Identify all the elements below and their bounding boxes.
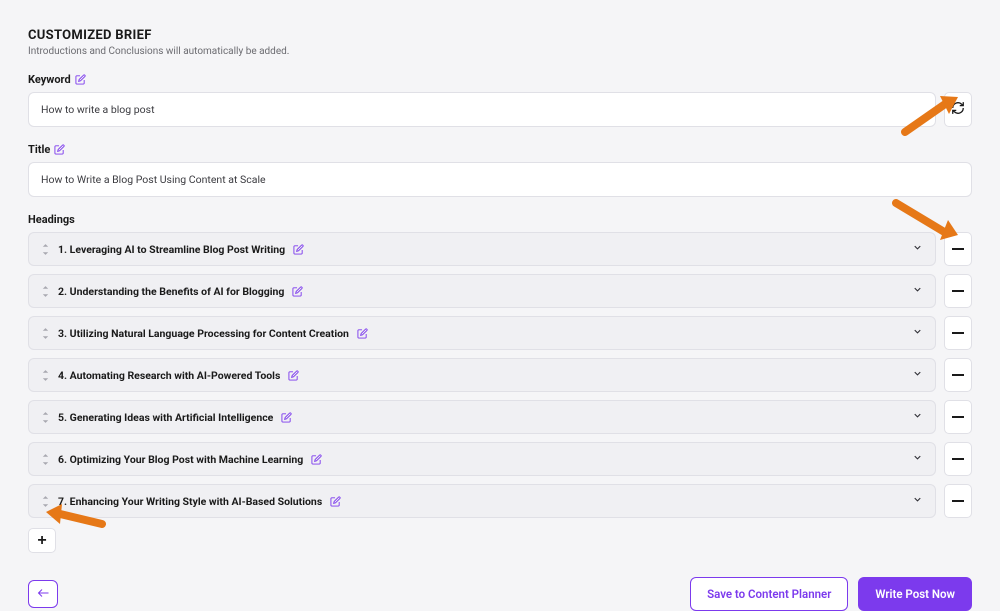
remove-heading-button[interactable] [944,442,972,476]
remove-heading-button[interactable] [944,274,972,308]
chevron-down-icon[interactable] [912,410,923,424]
chevron-down-icon[interactable] [912,368,923,382]
back-button[interactable] [28,580,58,608]
heading-item[interactable]: 2. Understanding the Benefits of AI for … [28,274,936,308]
drag-handle-icon[interactable] [41,243,50,256]
heading-text: 2. Understanding the Benefits of AI for … [58,285,284,298]
title-label: Title [28,143,972,156]
heading-item[interactable]: 3. Utilizing Natural Language Processing… [28,316,936,350]
drag-handle-icon[interactable] [41,327,50,340]
heading-text: 3. Utilizing Natural Language Processing… [58,327,349,340]
heading-item[interactable]: 1. Leveraging AI to Streamline Blog Post… [28,232,936,266]
heading-item[interactable]: 6. Optimizing Your Blog Post with Machin… [28,442,936,476]
remove-heading-button[interactable] [944,232,972,266]
refresh-button[interactable] [944,92,972,127]
edit-icon[interactable] [357,328,368,339]
edit-icon[interactable] [288,370,299,381]
arrow-left-icon [36,586,51,602]
heading-item[interactable]: 5. Generating Ideas with Artificial Inte… [28,400,936,434]
edit-icon[interactable] [281,412,292,423]
edit-icon[interactable] [293,244,304,255]
keyword-input[interactable] [28,92,936,127]
remove-heading-button[interactable] [944,484,972,518]
refresh-icon [951,101,965,118]
remove-heading-button[interactable] [944,316,972,350]
edit-icon[interactable] [75,74,86,85]
edit-icon[interactable] [311,454,322,465]
edit-icon[interactable] [292,286,303,297]
drag-handle-icon[interactable] [41,495,50,508]
drag-handle-icon[interactable] [41,285,50,298]
heading-text: 7. Enhancing Your Writing Style with AI-… [58,495,322,508]
page-subtitle: Introductions and Conclusions will autom… [28,46,972,57]
drag-handle-icon[interactable] [41,411,50,424]
edit-icon[interactable] [330,496,341,507]
headings-label: Headings [28,213,972,226]
keyword-label: Keyword [28,73,972,86]
remove-heading-button[interactable] [944,400,972,434]
edit-icon[interactable] [54,144,65,155]
chevron-down-icon[interactable] [912,326,923,340]
write-post-button[interactable]: Write Post Now [858,577,972,611]
chevron-down-icon[interactable] [912,242,923,256]
heading-item[interactable]: 7. Enhancing Your Writing Style with AI-… [28,484,936,518]
heading-item[interactable]: 4. Automating Research with AI-Powered T… [28,358,936,392]
remove-heading-button[interactable] [944,358,972,392]
heading-text: 5. Generating Ideas with Artificial Inte… [58,411,273,424]
drag-handle-icon[interactable] [41,453,50,466]
chevron-down-icon[interactable] [912,494,923,508]
drag-handle-icon[interactable] [41,369,50,382]
page-title: CUSTOMIZED BRIEF [28,28,972,43]
save-to-planner-button[interactable]: Save to Content Planner [690,577,848,611]
chevron-down-icon[interactable] [912,284,923,298]
chevron-down-icon[interactable] [912,452,923,466]
heading-text: 1. Leveraging AI to Streamline Blog Post… [58,243,285,256]
heading-text: 4. Automating Research with AI-Powered T… [58,369,280,382]
heading-text: 6. Optimizing Your Blog Post with Machin… [58,453,303,466]
add-heading-button[interactable]: + [28,528,56,553]
title-input[interactable] [28,162,972,197]
